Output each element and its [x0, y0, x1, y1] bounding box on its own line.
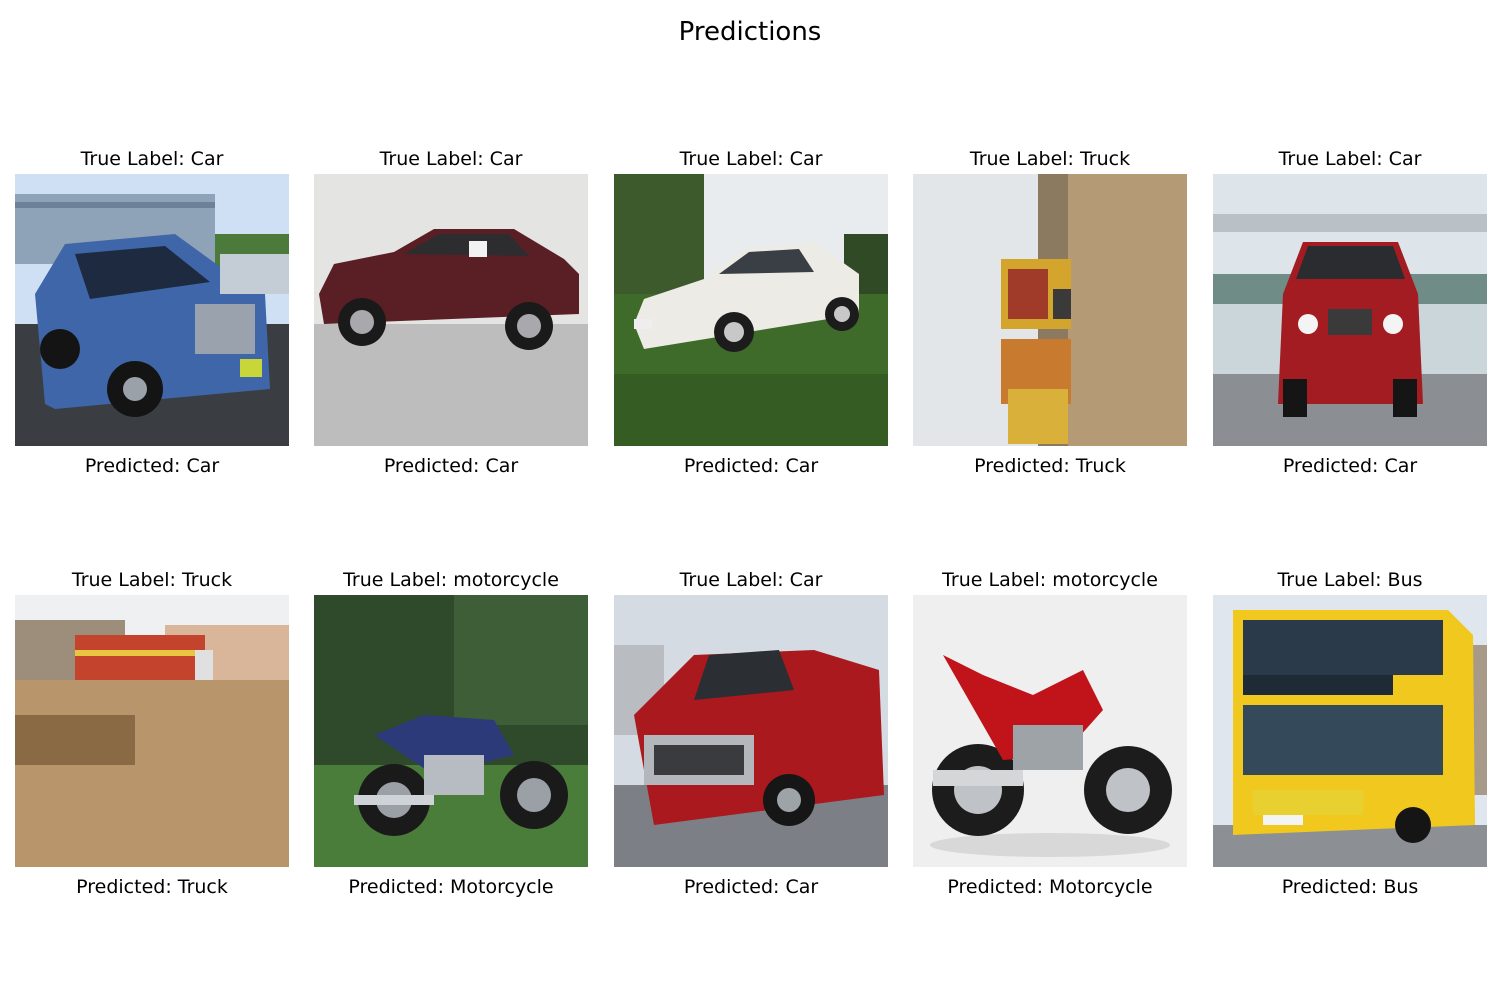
predicted-label: Predicted: Motorcycle: [348, 876, 554, 898]
predicted-label: Predicted: Bus: [1281, 876, 1419, 898]
predicted-label: Predicted: Car: [84, 455, 220, 477]
yellow-double-decker-photo: [1213, 595, 1487, 867]
red-sportbike-photo: [913, 595, 1187, 867]
rotated-trucks-photo: [913, 174, 1187, 446]
true-label: True Label: Bus: [1277, 569, 1423, 591]
predicted-label: Predicted: Truck: [76, 876, 228, 898]
maroon-sedan-photo: [314, 174, 588, 446]
red-suv-photo: [1213, 174, 1487, 446]
true-label: True Label: motorcycle: [942, 569, 1158, 591]
true-label: True Label: Car: [1278, 148, 1422, 170]
true-label: True Label: Car: [679, 148, 823, 170]
true-label: True Label: motorcycle: [343, 569, 559, 591]
red-pickup-photo: [614, 595, 888, 867]
figure-title: Predictions: [678, 17, 822, 47]
predicted-label: Predicted: Motorcycle: [947, 876, 1153, 898]
true-label: True Label: Car: [379, 148, 523, 170]
predicted-label: Predicted: Car: [683, 876, 819, 898]
true-label: True Label: Car: [80, 148, 224, 170]
true-label: True Label: Truck: [71, 569, 233, 591]
predicted-label: Predicted: Car: [683, 455, 819, 477]
blue-cruiser-photo: [314, 595, 588, 867]
dirt-lot-truck-photo: [15, 595, 289, 867]
true-label: True Label: Truck: [969, 148, 1131, 170]
blue-suv-photo: [15, 174, 289, 446]
predicted-label: Predicted: Car: [1282, 455, 1418, 477]
predicted-label: Predicted: Car: [383, 455, 519, 477]
true-label: True Label: Car: [679, 569, 823, 591]
white-coupe-photo: [614, 174, 888, 446]
predicted-label: Predicted: Truck: [974, 455, 1126, 477]
